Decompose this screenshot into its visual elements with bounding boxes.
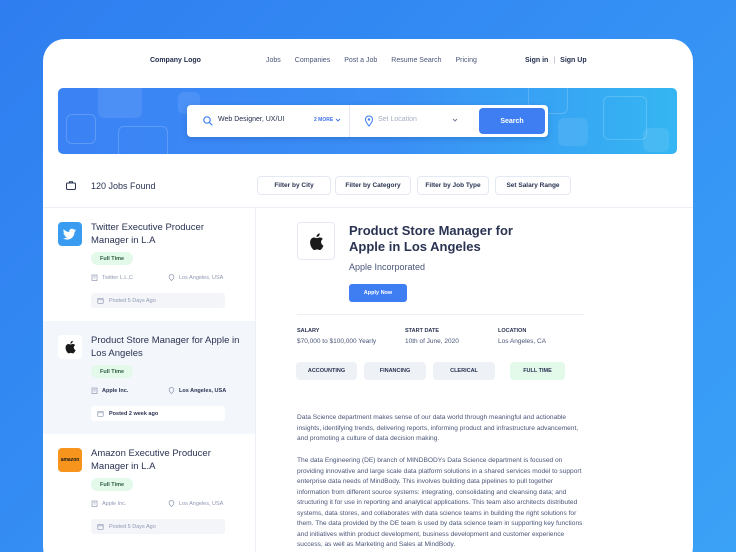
job-board-card: Company Logo Jobs Companies Post a Job R…	[43, 39, 693, 552]
job-posted-text: Posted 5 Days Ago	[109, 297, 156, 304]
job-list-item-apple[interactable]: Product Store Manager for Apple in Los A…	[43, 321, 255, 434]
detail-job-title: Product Store Manager for Apple in Los A…	[349, 223, 513, 254]
amazon-logo: amazon	[58, 448, 82, 472]
job-type-badge: Full Time	[91, 252, 134, 265]
apple-icon	[310, 232, 324, 250]
job-company-name: Twitter L.L.C	[102, 274, 133, 281]
nav-link-post-job[interactable]: Post a Job	[344, 57, 377, 64]
job-posted-date: Posted 5 Days Ago	[91, 293, 225, 308]
calendar-icon	[97, 523, 104, 530]
nav-link-resume-search[interactable]: Resume Search	[391, 57, 441, 64]
keyword-input[interactable]: Web Designer, UX/UI	[218, 116, 284, 123]
salary-label: SALARY	[297, 328, 320, 334]
more-keywords-label: 2 MORE	[314, 117, 334, 123]
location-value: Los Angeles, CA	[498, 338, 547, 345]
nav-link-companies[interactable]: Companies	[295, 57, 330, 64]
job-location: Los Angeles, USA	[168, 274, 223, 281]
job-title: Twitter Executive Producer Manager in L.…	[91, 222, 204, 246]
location-label: LOCATION	[498, 328, 527, 334]
detail-company-logo	[297, 222, 335, 260]
jobs-found-count: 120 Jobs Found	[91, 181, 156, 191]
job-posted-date: Posted 2 week ago	[91, 406, 225, 421]
building-icon	[91, 274, 98, 281]
chevron-down-icon	[335, 118, 341, 122]
detail-divider	[297, 314, 584, 315]
job-company: Apple Inc.	[91, 500, 126, 507]
tag-full-time[interactable]: FULL TIME	[510, 362, 565, 380]
job-title: Product Store Manager for Apple in Los A…	[91, 335, 240, 359]
calendar-icon	[97, 410, 104, 417]
nav-link-jobs[interactable]: Jobs	[266, 57, 281, 64]
tag-accounting[interactable]: ACCOUNTING	[296, 362, 357, 380]
twitter-bird-icon	[58, 222, 82, 246]
start-date-label: START DATE	[405, 328, 440, 334]
search-icon	[203, 116, 213, 126]
search-divider	[349, 105, 350, 137]
job-search-bar: Web Designer, UX/UI 2 MORE Set Location …	[187, 105, 548, 137]
calendar-icon	[97, 297, 104, 304]
location-pin-icon	[168, 500, 175, 507]
sign-in-link[interactable]: Sign in	[525, 57, 548, 64]
list-detail-divider	[255, 208, 256, 552]
salary-range-button[interactable]: Set Salary Range	[495, 176, 571, 195]
apply-now-button[interactable]: Apply Now	[349, 284, 407, 302]
amazon-logo-text: amazon	[60, 457, 80, 463]
job-location: Los Angeles, USA	[168, 500, 223, 507]
location-pin-icon	[168, 274, 175, 281]
tag-clerical[interactable]: CLERICAL	[433, 362, 495, 380]
location-pin-icon	[364, 115, 374, 127]
auth-separator: |	[553, 57, 556, 64]
apple-icon	[58, 335, 82, 359]
building-icon	[91, 387, 98, 394]
job-title: Amazon Executive Producer Manager in L.A	[91, 448, 211, 472]
job-company-name: Apple Inc.	[102, 500, 127, 507]
job-type-badge: Full Time	[91, 478, 134, 491]
building-icon	[91, 500, 98, 507]
job-location-text: Los Angeles, USA	[179, 387, 227, 394]
location-input[interactable]: Set Location	[378, 116, 417, 123]
more-keywords-toggle[interactable]: 2 MORE	[314, 117, 341, 123]
job-list-item-amazon[interactable]: amazon Amazon Executive Producer Manager…	[43, 434, 255, 547]
job-company: Twitter L.L.C	[91, 274, 133, 281]
detail-company-name: Apple Incorporated	[349, 262, 426, 272]
job-location-text: Los Angeles, USA	[179, 500, 224, 507]
start-date-value: 10th of June, 2020	[405, 338, 459, 345]
company-logo[interactable]: Company Logo	[150, 57, 201, 64]
job-posted-text: Posted 2 week ago	[109, 410, 159, 417]
job-list-item-twitter[interactable]: Twitter Executive Producer Manager in L.…	[43, 208, 255, 321]
sign-up-link[interactable]: Sign Up	[560, 57, 586, 64]
job-company-name: Apple Inc.	[102, 387, 129, 394]
job-company: Apple Inc.	[91, 387, 128, 394]
auth-links: Sign in | Sign Up	[525, 57, 587, 64]
job-posted-date: Posted 5 Days Ago	[91, 519, 225, 534]
job-location-text: Los Angeles, USA	[179, 274, 224, 281]
job-location: Los Angeles, USA	[168, 387, 226, 394]
description-paragraph-1: Data Science department makes sense of o…	[297, 414, 579, 442]
tag-financing[interactable]: FINANCING	[364, 362, 426, 380]
briefcase-icon	[66, 181, 76, 190]
description-paragraph-2: The data Engineering (DE) branch of MIND…	[297, 457, 583, 548]
location-pin-icon	[168, 387, 175, 394]
nav-link-pricing[interactable]: Pricing	[456, 57, 477, 64]
main-nav: Jobs Companies Post a Job Resume Search …	[266, 57, 477, 64]
filter-category-button[interactable]: Filter by Category	[335, 176, 411, 195]
salary-value: $70,000 to $100,000 Yearly	[297, 338, 377, 345]
filter-job-type-button[interactable]: Filter by Job Type	[417, 176, 489, 195]
job-posted-text: Posted 5 Days Ago	[109, 523, 156, 530]
filter-city-button[interactable]: Filter by City	[257, 176, 331, 195]
location-chevron-down-icon[interactable]	[451, 116, 459, 124]
job-type-badge: Full Time	[91, 365, 134, 378]
search-button[interactable]: Search	[479, 108, 545, 134]
